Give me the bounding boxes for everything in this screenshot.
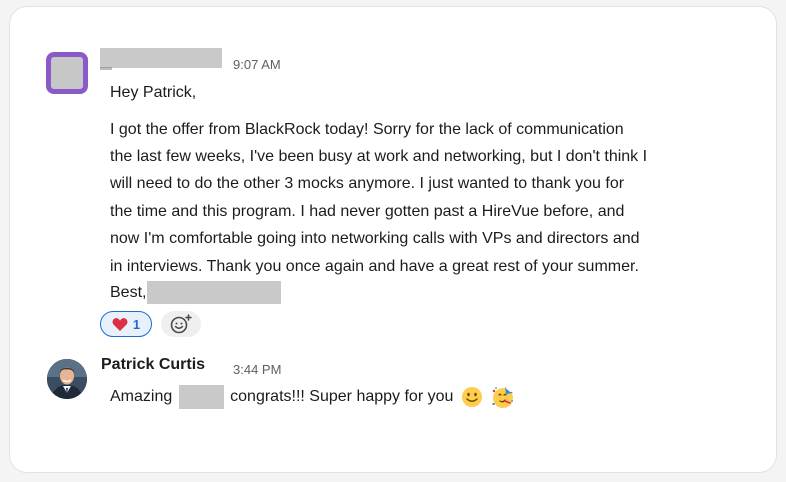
signoff-text: Best, bbox=[110, 284, 147, 301]
message-line: the last few weeks, I've been busy at wo… bbox=[110, 148, 648, 165]
patrick-curtis-avatar[interactable] bbox=[47, 359, 87, 399]
reply-line: Amazing congrats!!! Super happy for you bbox=[110, 383, 515, 410]
slightly-smiling-face-icon bbox=[461, 386, 482, 407]
partying-face-icon bbox=[492, 386, 514, 408]
heart-icon bbox=[112, 317, 128, 331]
author-name[interactable]: Patrick Curtis bbox=[101, 356, 205, 374]
profile-photo-icon bbox=[47, 359, 87, 399]
add-reaction-icon bbox=[170, 314, 192, 334]
redacted-name-fragment bbox=[100, 67, 112, 70]
redacted-name bbox=[178, 384, 224, 409]
signoff-line: Best, bbox=[110, 279, 282, 306]
redacted-sender-name bbox=[100, 48, 222, 68]
add-reaction-button[interactable] bbox=[161, 311, 201, 337]
reaction-count: 1 bbox=[132, 316, 141, 332]
message-line: in interviews. Thank you once again and … bbox=[110, 258, 639, 275]
message-line: I got the offer from BlackRock today! So… bbox=[110, 121, 624, 138]
avatar[interactable] bbox=[46, 52, 88, 94]
message-line: now I'm comfortable going into networkin… bbox=[110, 230, 640, 247]
reply-text-end: congrats!!! Super happy for you bbox=[230, 388, 454, 405]
message-timestamp[interactable]: 3:44 PM bbox=[233, 362, 281, 377]
redacted-signature bbox=[147, 281, 282, 305]
reply-text-start: Amazing bbox=[110, 388, 173, 405]
message-line: the time and this program. I had never g… bbox=[110, 203, 625, 220]
message-timestamp[interactable]: 9:07 AM bbox=[233, 57, 281, 72]
message-line: will need to do the other 3 mocks anymor… bbox=[110, 175, 625, 192]
greeting-line: Hey Patrick, bbox=[110, 84, 197, 101]
heart-reaction-button[interactable]: 1 bbox=[100, 311, 152, 337]
